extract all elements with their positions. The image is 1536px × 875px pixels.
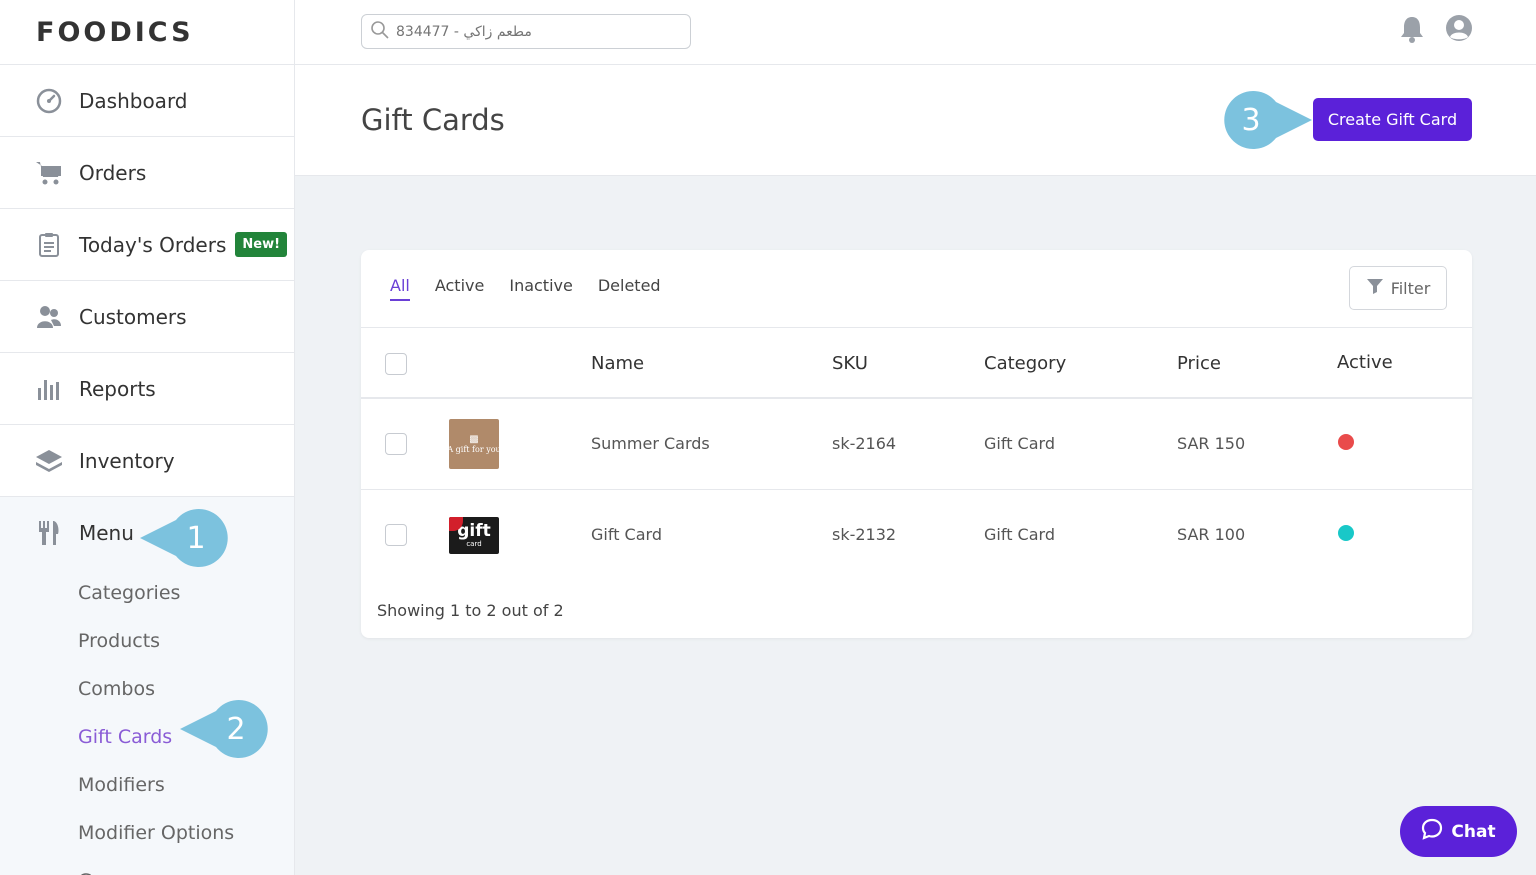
tab-deleted[interactable]: Deleted [598, 276, 661, 301]
sidebar-item-reports[interactable]: Reports [0, 353, 294, 425]
sidebar-item-orders[interactable]: Orders [0, 137, 294, 209]
filter-button[interactable]: Filter [1349, 266, 1447, 310]
sidebar-item-dashboard[interactable]: Dashboard [0, 65, 294, 137]
submenu-item-products[interactable]: Products [0, 617, 294, 665]
user-avatar-icon[interactable] [1445, 14, 1473, 46]
logo-text: FOODICS [36, 16, 194, 48]
gift-cards-card: All Active Inactive Deleted Filter Name … [361, 250, 1472, 638]
submenu-item-groups[interactable]: Groups [0, 857, 294, 875]
submenu-item-modifier-options[interactable]: Modifier Options [0, 809, 294, 857]
gift-card-thumbnail: ▩ A gift for you [449, 419, 499, 469]
search-box[interactable] [361, 14, 691, 49]
dashboard-icon [35, 87, 63, 115]
sidebar-item-inventory[interactable]: Inventory [0, 425, 294, 497]
table-row[interactable]: gift card Gift Card sk-2132 Gift Card SA… [361, 490, 1472, 581]
column-sku[interactable]: SKU [832, 353, 868, 374]
annotation-callout-2: 2 [180, 699, 276, 763]
page-title: Gift Cards [361, 103, 505, 137]
funnel-icon [1366, 278, 1384, 298]
sidebar-item-label: Customers [79, 304, 187, 329]
search-input[interactable] [396, 23, 676, 40]
sidebar-item-label: Reports [79, 376, 156, 401]
row-sku: sk-2132 [832, 525, 897, 544]
search-icon [370, 20, 390, 44]
column-price[interactable]: Price [1177, 353, 1221, 374]
row-sku: sk-2164 [832, 434, 897, 453]
bell-icon[interactable] [1399, 15, 1425, 47]
sidebar-item-label: Orders [79, 160, 147, 185]
submenu-item-categories[interactable]: Categories [0, 569, 294, 617]
page-header: Gift Cards Create Gift Card [295, 65, 1536, 176]
row-category: Gift Card [984, 525, 1055, 544]
row-checkbox[interactable] [385, 433, 407, 455]
column-name[interactable]: Name [591, 353, 644, 374]
chat-bubble-icon [1421, 818, 1443, 845]
thumb-subtext: card [466, 540, 482, 548]
row-name: Summer Cards [591, 434, 710, 453]
tab-all[interactable]: All [390, 276, 410, 301]
tab-active[interactable]: Active [435, 276, 485, 301]
foodics-logo[interactable]: FOODICS [0, 0, 294, 65]
annotation-callout-1: 1 [140, 508, 236, 572]
column-active[interactable]: Active [1337, 352, 1393, 373]
create-gift-card-button[interactable]: Create Gift Card [1313, 98, 1472, 141]
row-checkbox[interactable] [385, 524, 407, 546]
thumb-text: A gift for you [449, 444, 499, 454]
sidebar-item-label: Dashboard [79, 88, 188, 113]
utensils-icon [35, 519, 63, 547]
inactive-status-dot [1338, 434, 1354, 450]
tab-inactive[interactable]: Inactive [509, 276, 573, 301]
sidebar-item-label: Menu [79, 521, 134, 545]
chat-button[interactable]: Chat [1400, 806, 1517, 857]
layers-icon [35, 447, 63, 475]
new-badge: New! [235, 232, 288, 257]
filter-label: Filter [1390, 278, 1431, 298]
table-row[interactable]: ▩ A gift for you Summer Cards sk-2164 Gi… [361, 399, 1472, 490]
cart-icon [35, 159, 63, 187]
chat-label: Chat [1451, 821, 1496, 842]
clipboard-icon [35, 231, 63, 259]
row-price: SAR 150 [1177, 434, 1246, 453]
submenu-item-modifiers[interactable]: Modifiers [0, 761, 294, 809]
sidebar-item-label: Inventory [79, 448, 175, 473]
top-bar [295, 0, 1536, 65]
bar-chart-icon [35, 375, 63, 403]
gift-card-thumbnail: gift card [449, 517, 499, 554]
annotation-number: 2 [226, 712, 245, 747]
row-price: SAR 100 [1177, 525, 1246, 544]
sidebar-item-label: Today's Orders [79, 232, 227, 257]
row-name: Gift Card [591, 525, 662, 544]
pagination-summary: Showing 1 to 2 out of 2 [377, 601, 564, 620]
sidebar-item-customers[interactable]: Customers [0, 281, 294, 353]
table-header: Name SKU Category Price Active [361, 327, 1472, 399]
status-tabs: All Active Inactive Deleted [390, 276, 661, 301]
thumb-text: gift [457, 521, 491, 541]
gift-box-icon: ▩ [469, 433, 479, 445]
sidebar-item-todays-orders[interactable]: Today's Orders New! [0, 209, 294, 281]
annotation-number: 3 [1241, 103, 1260, 138]
select-all-checkbox[interactable] [385, 353, 407, 375]
annotation-number: 1 [186, 521, 205, 556]
column-category[interactable]: Category [984, 353, 1066, 374]
active-status-dot [1338, 525, 1354, 541]
annotation-callout-3: 3 [1216, 90, 1312, 154]
row-category: Gift Card [984, 434, 1055, 453]
customers-icon [35, 303, 63, 331]
